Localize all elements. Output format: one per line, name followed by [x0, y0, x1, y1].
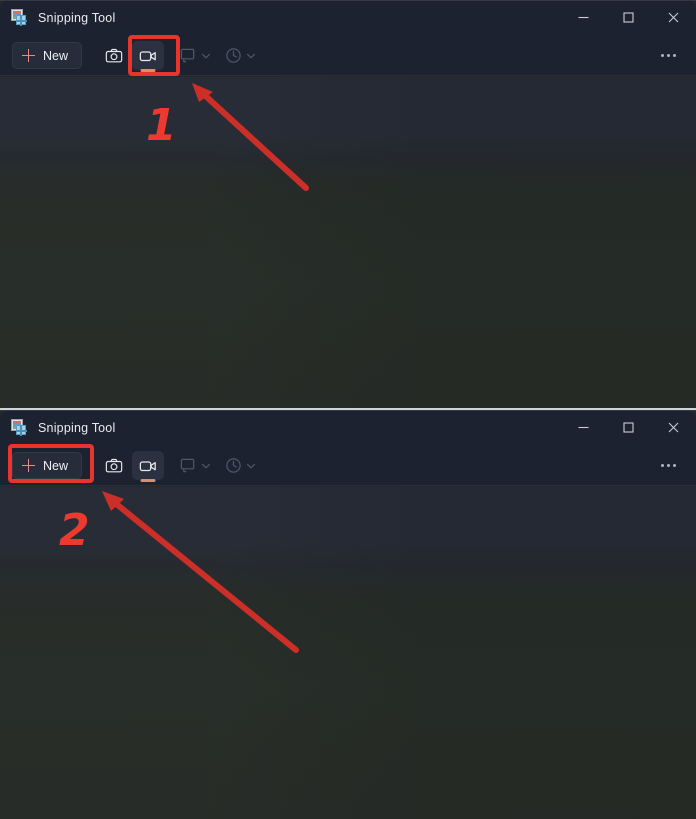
video-camera-icon[interactable] — [132, 451, 165, 482]
close-icon[interactable] — [651, 410, 696, 445]
new-button-label: New — [43, 48, 69, 63]
ellipsis-icon — [660, 54, 664, 57]
window-controls — [561, 0, 696, 35]
snipping-tool-icon — [10, 9, 27, 26]
delay-dropdown[interactable] — [225, 452, 256, 480]
capture-mode-group — [98, 451, 165, 482]
more-options-button[interactable] — [653, 453, 683, 479]
snipping-tool-icon — [10, 419, 27, 436]
snipping-tool-window-two: Snipping Tool New — [0, 410, 696, 486]
annotation-number-1: 1 — [146, 100, 177, 151]
clock-delay-icon — [226, 458, 241, 473]
toolbar-options — [180, 452, 256, 480]
camera-icon[interactable] — [98, 451, 130, 480]
toolbar-divider — [0, 75, 696, 76]
ellipsis-icon — [660, 464, 664, 467]
chevron-down-icon — [247, 53, 256, 59]
toolbar: New — [0, 35, 696, 76]
chevron-down-icon — [202, 53, 211, 59]
toolbar: New — [0, 445, 696, 486]
title-bar: Snipping Tool — [0, 0, 696, 35]
toolbar-options — [180, 42, 256, 70]
chevron-down-icon — [247, 463, 256, 469]
snip-canvas-area — [0, 487, 696, 819]
camera-icon[interactable] — [98, 41, 130, 70]
snipping-tool-window-one: Snipping Tool New — [0, 0, 696, 76]
minimize-icon[interactable] — [561, 0, 606, 35]
window-title: Snipping Tool — [38, 420, 116, 435]
window-controls — [561, 410, 696, 445]
close-icon[interactable] — [651, 0, 696, 35]
clock-delay-icon — [226, 48, 241, 63]
rectangle-snip-icon — [180, 458, 195, 473]
chevron-down-icon — [202, 463, 211, 469]
screenshot-panel-one: Snipping Tool New 1 — [0, 0, 696, 408]
annotation-highlight-new-button — [8, 444, 94, 483]
window-title: Snipping Tool — [38, 10, 116, 25]
new-button[interactable]: New — [12, 42, 83, 69]
annotation-number-2: 2 — [59, 505, 90, 556]
panel-divider — [0, 408, 696, 410]
plus-icon — [22, 49, 35, 62]
snip-mode-dropdown[interactable] — [180, 42, 211, 70]
title-bar: Snipping Tool — [0, 410, 696, 445]
maximize-icon[interactable] — [606, 0, 651, 35]
snip-canvas-area — [0, 77, 696, 408]
delay-dropdown[interactable] — [225, 42, 256, 70]
snip-mode-dropdown[interactable] — [180, 452, 211, 480]
rectangle-snip-icon — [180, 48, 195, 63]
annotation-highlight-video-icon — [128, 35, 180, 76]
toolbar-divider — [0, 485, 696, 486]
maximize-icon[interactable] — [606, 410, 651, 445]
selected-mode-indicator — [140, 479, 156, 482]
screenshot-panel-two: Snipping Tool New 2 — [0, 410, 696, 819]
more-options-button[interactable] — [653, 43, 683, 69]
minimize-icon[interactable] — [561, 410, 606, 445]
